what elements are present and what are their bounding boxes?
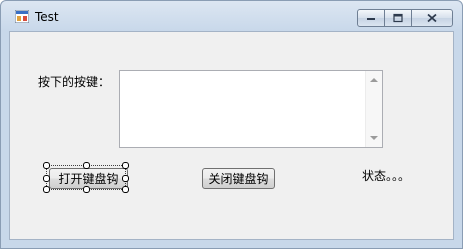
maximize-button[interactable]: [384, 9, 412, 27]
status-label: 状态。。。: [362, 169, 411, 183]
scroll-down-icon[interactable]: [370, 136, 378, 140]
scroll-up-icon[interactable]: [370, 78, 378, 82]
minimize-icon: [367, 18, 375, 20]
caption-buttons: [357, 9, 453, 27]
vertical-scrollbar[interactable]: [365, 71, 382, 147]
close-keyboard-hook-button[interactable]: 关闭键盘钩: [202, 168, 275, 189]
window-title: Test: [35, 10, 59, 24]
close-icon: [427, 13, 437, 23]
form-client-area: 按下的按键： 打开键盘钩 关闭键盘钩 状态。。。: [9, 31, 454, 240]
minimize-button[interactable]: [357, 9, 385, 27]
keys-textbox[interactable]: [119, 70, 383, 148]
keys-label: 按下的按键：: [38, 75, 111, 89]
main-window: Test 按下的按键： 打开键盘钩 关闭键盘钩 状态。。。: [0, 0, 463, 249]
maximize-icon: [393, 13, 403, 23]
title-bar[interactable]: Test: [1, 1, 462, 31]
open-keyboard-hook-button[interactable]: 打开键盘钩: [49, 168, 128, 189]
close-button[interactable]: [411, 9, 453, 27]
app-icon: [14, 9, 30, 24]
